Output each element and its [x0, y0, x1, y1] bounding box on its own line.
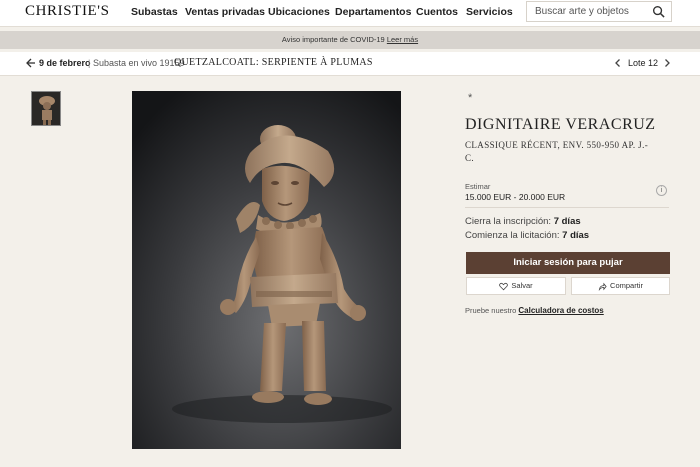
login-to-bid-button[interactable]: Iniciar sesión para pujar — [466, 252, 670, 274]
bidding-starts: Comienza la licitación: 7 días — [465, 230, 589, 241]
share-button[interactable]: Compartir — [571, 277, 670, 295]
covid-notice-bar: Aviso importante de COVID-19 Leer más — [0, 31, 700, 49]
chevron-left-icon[interactable] — [613, 58, 623, 68]
breadcrumb: 9 de febrero | Subasta en vivo 19159 QUE… — [0, 52, 700, 76]
top-navigation: CHRISTIE'S Subastas Ventas privadas Ubic… — [0, 0, 700, 27]
divider — [465, 207, 669, 208]
figurine-thumbnail-image — [32, 92, 60, 125]
breadcrumb-sale-title[interactable]: QUETZALCOATL: SERPIENTE À PLUMAS — [174, 57, 373, 68]
lot-subtitle: CLASSIQUE RÉCENT, ENV. 550-950 AP. J.-C. — [465, 140, 649, 163]
cost-calculator-link[interactable]: Calculadora de costos — [518, 306, 603, 315]
registration-closes-label: Cierra la inscripción: — [465, 216, 552, 227]
lot-marker: * — [468, 92, 473, 104]
breadcrumb-date[interactable]: 9 de febrero — [39, 58, 91, 68]
heart-icon — [499, 282, 509, 290]
breadcrumb-live-sale[interactable]: Subasta en vivo 19159 — [93, 58, 185, 68]
chevron-right-icon[interactable] — [662, 58, 672, 68]
christies-logo[interactable]: CHRISTIE'S — [25, 3, 110, 20]
notice-text: Aviso importante de COVID-19 — [281, 35, 385, 44]
lot-main-image[interactable] — [132, 91, 401, 449]
lot-number: Lote 12 — [628, 58, 659, 68]
nav-item-ventas-privadas[interactable]: Ventas privadas — [185, 6, 265, 18]
estimate-value: 15.000 EUR - 20.000 EUR — [465, 192, 566, 202]
notice-read-more-link[interactable]: Leer más — [387, 35, 418, 44]
search-icon[interactable] — [652, 5, 665, 18]
calc-prefix: Pruebe nuestro — [465, 306, 517, 315]
registration-closes: Cierra la inscripción: 7 días — [465, 216, 581, 227]
lot-title: DIGNITAIRE VERACRUZ — [465, 116, 656, 133]
save-button[interactable]: Salvar — [466, 277, 566, 295]
nav-item-subastas[interactable]: Subastas — [131, 6, 178, 18]
cost-calculator-line: Pruebe nuestro Calculadora de costos — [465, 306, 604, 315]
share-arrow-icon — [598, 282, 607, 291]
estimate-label: Estimar — [465, 182, 491, 191]
nav-item-ubicaciones[interactable]: Ubicaciones — [268, 6, 330, 18]
share-label: Compartir — [610, 281, 643, 290]
nav-item-cuentos[interactable]: Cuentos — [416, 6, 458, 18]
search-placeholder: Buscar arte y objetos — [535, 6, 629, 17]
info-icon[interactable]: i — [656, 185, 667, 196]
registration-closes-value: 7 días — [553, 216, 581, 227]
nav-item-departamentos[interactable]: Departamentos — [335, 6, 411, 18]
nav-item-servicios[interactable]: Servicios — [466, 6, 513, 18]
bidding-starts-label: Comienza la licitación: — [465, 230, 560, 241]
arrow-left-icon[interactable] — [26, 58, 36, 68]
breadcrumb-separator: | — [88, 58, 91, 68]
image-thumbnail[interactable] — [31, 91, 61, 126]
search-input[interactable]: Buscar arte y objetos — [526, 1, 672, 22]
veracruz-figurine-image — [132, 91, 401, 449]
bidding-starts-value: 7 días — [562, 230, 590, 241]
save-label: Salvar — [511, 281, 533, 290]
